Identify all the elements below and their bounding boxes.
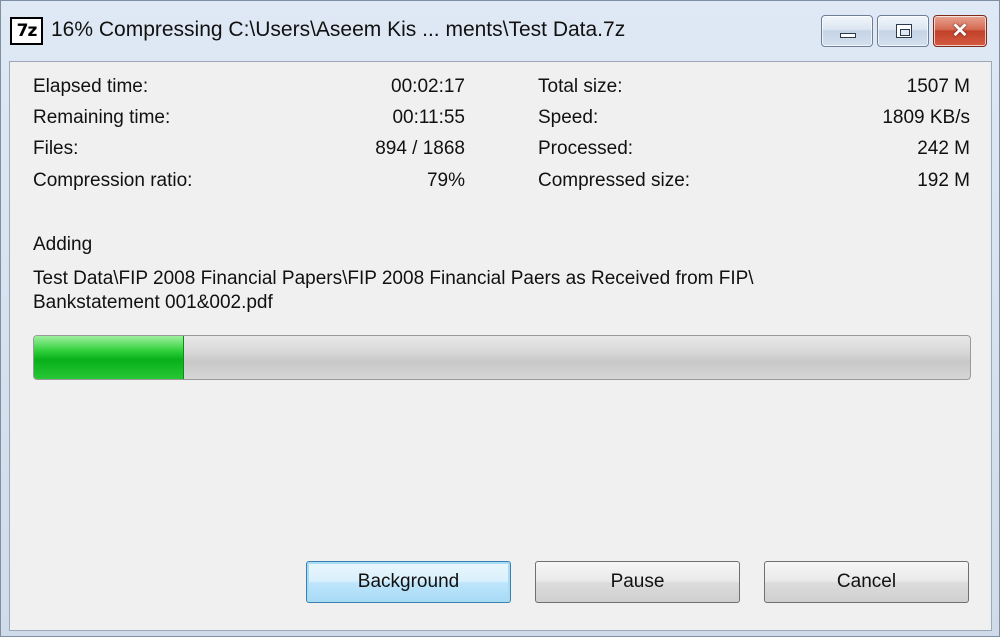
compression-ratio-value: 79% [426,170,465,191]
remaining-time-value: 00:11:55 [392,107,465,128]
window-title: 16% Compressing C:\Users\Aseem Kis ... m… [51,18,626,41]
remaining-time-label: Remaining time: [33,107,171,128]
speed-value: 1809 KB/s [882,107,970,128]
close-icon: ✕ [951,20,969,42]
total-size-value: 1507 M [906,76,970,97]
dialog-body: Elapsed time: 00:02:17 Remaining time: 0… [9,61,992,631]
background-button[interactable]: Background [306,561,511,603]
activity-label: Adding [33,234,93,255]
compression-progress-window: 7z 16% Compressing C:\Users\Aseem Kis ..… [0,0,1000,637]
files-label: Files: [33,138,79,159]
compression-ratio-label: Compression ratio: [33,170,193,191]
close-button[interactable]: ✕ [933,15,987,47]
current-file-path-line2: Bankstatement 001&002.pdf [33,292,273,313]
elapsed-time-value: 00:02:17 [391,76,465,97]
compressed-size-label: Compressed size: [538,170,691,191]
cancel-button[interactable]: Cancel [764,561,969,603]
progress-bar [33,335,971,380]
progress-bar-fill [34,336,184,379]
compressed-size-value: 192 M [917,170,970,191]
elapsed-time-label: Elapsed time: [33,76,149,97]
processed-label: Processed: [538,138,634,159]
pause-button[interactable]: Pause [535,561,740,603]
total-size-label: Total size: [538,76,623,97]
current-file-path: Test Data\FIP 2008 Financial Papers\FIP … [33,267,933,315]
processed-value: 242 M [917,138,970,159]
files-value: 894 / 1868 [375,138,465,159]
minimize-button[interactable] [821,15,873,47]
maximize-button[interactable] [877,15,929,47]
minimize-icon [840,33,856,38]
maximize-icon [896,24,912,38]
title-bar[interactable]: 7z 16% Compressing C:\Users\Aseem Kis ..… [1,1,999,61]
current-file-path-line1: Test Data\FIP 2008 Financial Papers\FIP … [33,268,754,289]
7zip-app-icon[interactable]: 7z [10,17,43,45]
speed-label: Speed: [538,107,599,128]
